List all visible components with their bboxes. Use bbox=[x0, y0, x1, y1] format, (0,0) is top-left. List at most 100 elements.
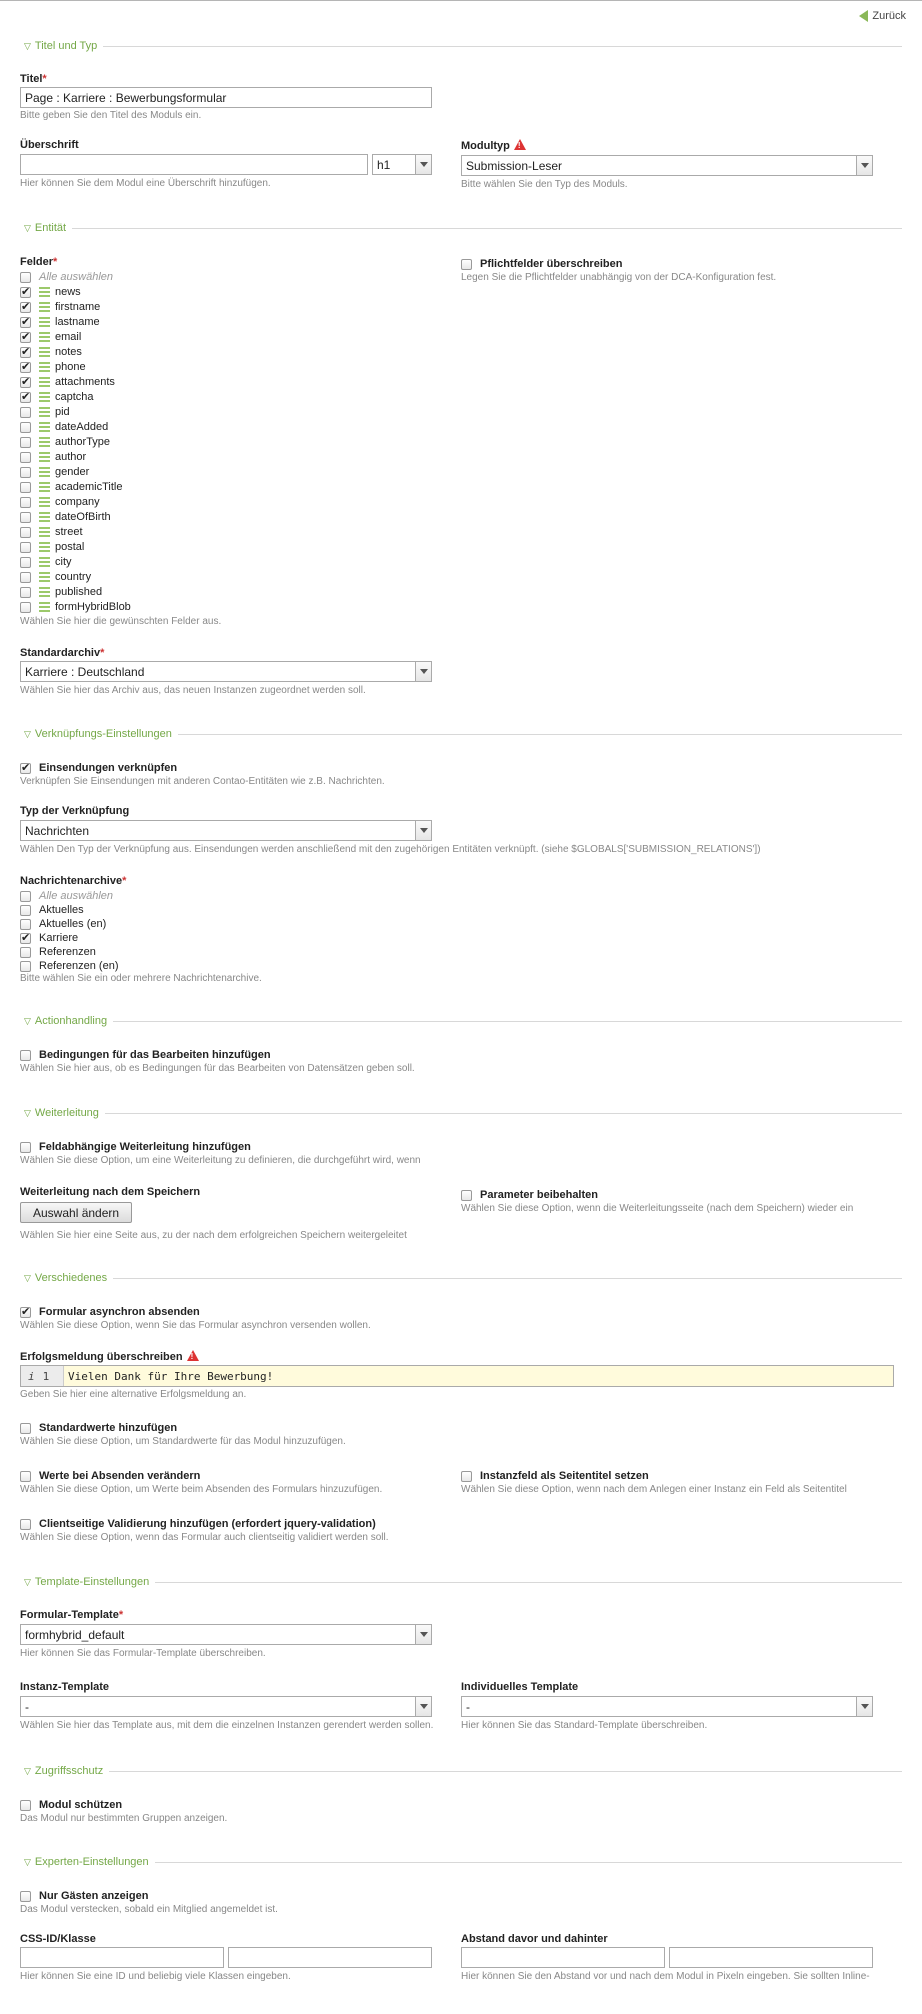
list-item[interactable]: authorType bbox=[20, 435, 110, 449]
list-item[interactable]: country bbox=[20, 570, 91, 584]
list-item[interactable]: street bbox=[20, 525, 83, 539]
checkbox[interactable] bbox=[20, 315, 31, 328]
nachrichtenarchive-select-all[interactable]: Alle auswählen bbox=[20, 889, 113, 903]
checkbox[interactable] bbox=[20, 451, 31, 463]
drag-handle-icon[interactable] bbox=[39, 331, 50, 343]
instanzfeld-checkbox-row[interactable]: Instanzfeld als Seitentitel setzen bbox=[461, 1469, 649, 1483]
list-item[interactable]: email bbox=[20, 330, 81, 344]
list-item[interactable]: notes bbox=[20, 345, 82, 359]
instanz-template-select[interactable]: - bbox=[20, 1696, 432, 1717]
checkbox[interactable] bbox=[20, 436, 31, 448]
werte-absenden-checkbox-row[interactable]: Werte bei Absenden verändern bbox=[20, 1469, 200, 1483]
formular-template-select[interactable]: formhybrid_default bbox=[20, 1624, 432, 1645]
list-item[interactable]: Aktuelles (en) bbox=[20, 917, 106, 931]
list-item[interactable]: postal bbox=[20, 540, 84, 554]
einsendungen-checkbox[interactable] bbox=[20, 761, 31, 774]
drag-handle-icon[interactable] bbox=[39, 571, 50, 583]
legend-template[interactable]: ▽ Template-Einstellungen bbox=[24, 1575, 902, 1589]
feldabh-checkbox-row[interactable]: Feldabhängige Weiterleitung hinzufügen bbox=[20, 1140, 251, 1154]
list-item[interactable]: author bbox=[20, 450, 86, 464]
feldabh-checkbox[interactable] bbox=[20, 1141, 31, 1153]
legend-titel-und-typ[interactable]: ▽ Titel und Typ bbox=[24, 39, 902, 53]
checkbox[interactable] bbox=[20, 481, 31, 493]
drag-handle-icon[interactable] bbox=[39, 361, 50, 373]
legend-verknuepfung[interactable]: ▽ Verknüpfungs-Einstellungen bbox=[24, 727, 902, 741]
ueberschrift-input[interactable] bbox=[20, 154, 368, 175]
parameter-checkbox[interactable] bbox=[461, 1189, 472, 1201]
checkbox[interactable] bbox=[20, 946, 31, 958]
list-item[interactable]: Referenzen (en) bbox=[20, 959, 119, 973]
checkbox[interactable] bbox=[20, 890, 31, 902]
checkbox[interactable] bbox=[20, 571, 31, 583]
abstand-dahinter-input[interactable] bbox=[669, 1947, 873, 1968]
legend-actionhandling[interactable]: ▽ Actionhandling bbox=[24, 1014, 902, 1028]
checkbox[interactable] bbox=[20, 511, 31, 523]
list-item[interactable]: pid bbox=[20, 405, 70, 419]
drag-handle-icon[interactable] bbox=[39, 391, 50, 403]
checkbox[interactable] bbox=[20, 466, 31, 478]
legend-experten[interactable]: ▽ Experten-Einstellungen bbox=[24, 1855, 902, 1869]
nur-gaeste-checkbox-row[interactable]: Nur Gästen anzeigen bbox=[20, 1889, 148, 1903]
drag-handle-icon[interactable] bbox=[39, 481, 50, 493]
list-item[interactable]: Karriere bbox=[20, 931, 78, 945]
legend-weiterleitung[interactable]: ▽ Weiterleitung bbox=[24, 1106, 902, 1120]
drag-handle-icon[interactable] bbox=[39, 526, 50, 538]
werte-absenden-checkbox[interactable] bbox=[20, 1470, 31, 1482]
checkbox[interactable] bbox=[20, 601, 31, 613]
checkbox[interactable] bbox=[20, 586, 31, 598]
list-item[interactable]: gender bbox=[20, 465, 89, 479]
list-item[interactable]: firstname bbox=[20, 300, 100, 314]
checkbox[interactable] bbox=[20, 390, 31, 403]
drag-handle-icon[interactable] bbox=[39, 556, 50, 568]
titel-input[interactable] bbox=[20, 87, 432, 108]
list-item[interactable]: academicTitle bbox=[20, 480, 122, 494]
pflicht-checkbox[interactable] bbox=[461, 258, 472, 270]
modul-schuetzen-checkbox[interactable] bbox=[20, 1799, 31, 1811]
drag-handle-icon[interactable] bbox=[39, 601, 50, 613]
checkbox[interactable] bbox=[20, 904, 31, 916]
checkbox[interactable] bbox=[20, 285, 31, 298]
erfolg-code-editor[interactable]: i1 Vielen Dank für Ihre Bewerbung! bbox=[20, 1365, 894, 1387]
drag-handle-icon[interactable] bbox=[39, 511, 50, 523]
legend-verschiedenes[interactable]: ▽ Verschiedenes bbox=[24, 1271, 902, 1285]
drag-handle-icon[interactable] bbox=[39, 466, 50, 478]
drag-handle-icon[interactable] bbox=[39, 346, 50, 358]
checkbox[interactable] bbox=[20, 330, 31, 343]
clientseitig-checkbox[interactable] bbox=[20, 1518, 31, 1530]
list-item[interactable]: Aktuelles bbox=[20, 903, 84, 917]
list-item[interactable]: formHybridBlob bbox=[20, 600, 131, 614]
typ-verknuepfung-select[interactable]: Nachrichten bbox=[20, 820, 432, 841]
nur-gaeste-checkbox[interactable] bbox=[20, 1890, 31, 1902]
modultyp-select[interactable]: Submission-Leser bbox=[461, 155, 873, 176]
einsendungen-checkbox-row[interactable]: Einsendungen verknüpfen bbox=[20, 761, 177, 775]
checkbox[interactable] bbox=[20, 375, 31, 388]
standardwerte-checkbox-row[interactable]: Standardwerte hinzufügen bbox=[20, 1421, 177, 1435]
checkbox[interactable] bbox=[20, 421, 31, 433]
checkbox[interactable] bbox=[20, 918, 31, 930]
asynchron-checkbox-row[interactable]: Formular asynchron absenden bbox=[20, 1305, 200, 1319]
felder-select-all[interactable]: Alle auswählen bbox=[20, 270, 113, 284]
checkbox[interactable] bbox=[20, 496, 31, 508]
instanzfeld-checkbox[interactable] bbox=[461, 1470, 472, 1482]
drag-handle-icon[interactable] bbox=[39, 451, 50, 463]
list-item[interactable]: captcha bbox=[20, 390, 94, 404]
list-item[interactable]: news bbox=[20, 285, 81, 299]
checkbox[interactable] bbox=[20, 271, 31, 283]
bedingungen-checkbox-row[interactable]: Bedingungen für das Bearbeiten hinzufüge… bbox=[20, 1048, 271, 1062]
list-item[interactable]: dateAdded bbox=[20, 420, 108, 434]
checkbox[interactable] bbox=[20, 360, 31, 373]
drag-handle-icon[interactable] bbox=[39, 376, 50, 388]
css-id-input[interactable] bbox=[20, 1947, 224, 1968]
list-item[interactable]: phone bbox=[20, 360, 86, 374]
drag-handle-icon[interactable] bbox=[39, 286, 50, 298]
standardarchiv-select[interactable]: Karriere : Deutschland bbox=[20, 661, 432, 682]
list-item[interactable]: attachments bbox=[20, 375, 115, 389]
clientseitig-checkbox-row[interactable]: Clientseitige Validierung hinzufügen (er… bbox=[20, 1517, 376, 1531]
legend-entitaet[interactable]: ▽ Entität bbox=[24, 221, 902, 235]
drag-handle-icon[interactable] bbox=[39, 496, 50, 508]
indiv-template-select[interactable]: - bbox=[461, 1696, 873, 1717]
modul-schuetzen-checkbox-row[interactable]: Modul schützen bbox=[20, 1798, 122, 1812]
drag-handle-icon[interactable] bbox=[39, 541, 50, 553]
drag-handle-icon[interactable] bbox=[39, 301, 50, 313]
list-item[interactable]: published bbox=[20, 585, 102, 599]
